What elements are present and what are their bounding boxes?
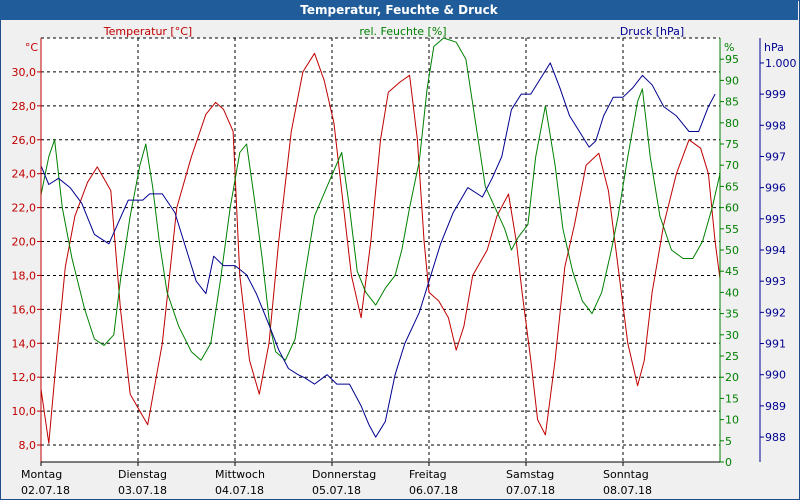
- pressure-axis-title: Druck [hPa]: [620, 25, 684, 38]
- pressure-tick-label: 993: [765, 275, 786, 288]
- temperature-tick-label: 22,0: [12, 202, 37, 215]
- humidity-tick-label: 75: [725, 138, 739, 151]
- x-day-label: Freitag: [409, 468, 447, 481]
- x-date-label: 04.07.18: [215, 484, 264, 497]
- x-day-label: Dienstag: [118, 468, 167, 481]
- humidity-tick-label: 25: [725, 350, 739, 363]
- x-date-label: 08.07.18: [603, 484, 652, 497]
- pressure-tick-label: 999: [765, 88, 786, 101]
- humidity-tick-label: 65: [725, 180, 739, 193]
- humidity-axis-title: rel. Feuchte [%]: [359, 25, 446, 38]
- pressure-tick-label: 1.000: [765, 57, 797, 70]
- temperature-tick-label: 28,0: [12, 100, 37, 113]
- humidity-tick-label: 10: [725, 414, 739, 427]
- temperature-tick-label: 16,0: [12, 303, 37, 316]
- temperature-tick-label: 8,0: [19, 439, 37, 452]
- pressure-tick-label: 997: [765, 150, 786, 163]
- temperature-unit-label: °C: [25, 41, 39, 54]
- x-date-label: 05.07.18: [312, 484, 361, 497]
- humidity-tick-label: 60: [725, 202, 739, 215]
- humidity-tick-label: 30: [725, 329, 739, 342]
- temperature-tick-label: 20,0: [12, 236, 37, 249]
- pressure-tick-label: 991: [765, 338, 786, 351]
- plot-area: [41, 38, 720, 462]
- pressure-tick-label: 994: [765, 244, 786, 257]
- x-date-label: 03.07.18: [118, 484, 167, 497]
- humidity-tick-label: 40: [725, 286, 739, 299]
- temperature-tick-label: 26,0: [12, 134, 37, 147]
- pressure-tick-label: 998: [765, 119, 786, 132]
- temperature-tick-label: 10,0: [12, 405, 37, 418]
- x-date-label: 06.07.18: [409, 484, 458, 497]
- temperature-axis-title: Temperatur [°C]: [103, 25, 192, 38]
- x-axis-labels: Montag 02.07.18 Dienstag 03.07.18 Mittwoch 04…: [21, 462, 652, 497]
- humidity-unit-label: %: [724, 41, 734, 54]
- humidity-tick-label: 70: [725, 159, 739, 172]
- x-date-label: 07.07.18: [506, 484, 555, 497]
- humidity-tick-label: 45: [725, 265, 739, 278]
- weather-chart: 8,0 10,0 12,0 14,0 16,0 18,0 20,0 22,0 24,0 26,0 2…: [12, 25, 797, 497]
- pressure-unit-label: hPa: [764, 41, 784, 54]
- temperature-tick-label: 24,0: [12, 168, 37, 181]
- humidity-tick-label: 15: [725, 392, 739, 405]
- pressure-tick-label: 989: [765, 400, 786, 413]
- temperature-tick-label: 18,0: [12, 269, 37, 282]
- temperature-tick-label: 14,0: [12, 337, 37, 350]
- humidity-tick-label: 5: [725, 435, 732, 448]
- humidity-tick-label: 0: [725, 456, 732, 469]
- pressure-tick-label: 990: [765, 369, 786, 382]
- humidity-tick-label: 80: [725, 117, 739, 130]
- x-day-label: Donnerstag: [312, 468, 376, 481]
- humidity-tick-label: 95: [725, 53, 739, 66]
- x-day-label: Montag: [21, 468, 62, 481]
- humidity-tick-label: 50: [725, 244, 739, 257]
- humidity-tick-label: 85: [725, 96, 739, 109]
- pressure-tick-label: 992: [765, 306, 786, 319]
- humidity-tick-label: 20: [725, 371, 739, 384]
- temperature-tick-label: 12,0: [12, 371, 37, 384]
- pressure-tick-label: 996: [765, 182, 786, 195]
- x-day-label: Sonntag: [603, 468, 649, 481]
- x-day-label: Samstag: [506, 468, 554, 481]
- pressure-tick-label: 988: [765, 431, 786, 444]
- humidity-tick-label: 55: [725, 223, 739, 236]
- temperature-tick-label: 30,0: [12, 66, 37, 79]
- pressure-tick-label: 995: [765, 213, 786, 226]
- humidity-tick-label: 35: [725, 308, 739, 321]
- x-date-label: 02.07.18: [21, 484, 70, 497]
- humidity-tick-label: 90: [725, 74, 739, 87]
- x-day-label: Mittwoch: [215, 468, 265, 481]
